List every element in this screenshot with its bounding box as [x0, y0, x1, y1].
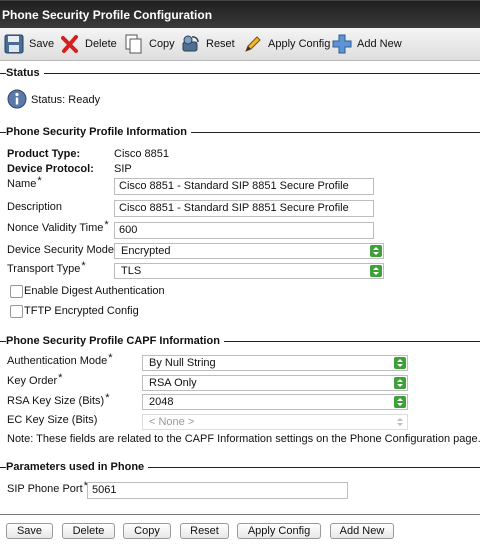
- device-security-mode-select[interactable]: Encrypted: [114, 243, 384, 259]
- select-arrow-icon: [394, 357, 406, 369]
- key-order-label: Key Order*: [7, 372, 63, 387]
- device-protocol-value: SIP: [114, 163, 132, 175]
- transport-type-label: Transport Type*: [7, 260, 86, 275]
- red-x-icon: [60, 34, 80, 54]
- nonce-validity-time-label: Nonce Validity Time*: [7, 219, 109, 234]
- save-button[interactable]: Save: [6, 523, 53, 539]
- enable-digest-authentication-label: Enable Digest Authentication: [24, 285, 165, 297]
- toolbar-save-button[interactable]: Save: [4, 34, 54, 54]
- rsa-key-size-select[interactable]: 2048: [142, 394, 408, 410]
- select-arrow-icon: [370, 265, 382, 277]
- title-bar: Phone Security Profile Configuration: [0, 0, 480, 28]
- rsa-key-size-label: RSA Key Size (Bits)*: [7, 392, 110, 407]
- name-label: Name*: [7, 175, 42, 190]
- bottom-divider: [0, 514, 480, 515]
- ec-key-size-label: EC Key Size (Bits): [7, 414, 98, 426]
- device-protocol-label: Device Protocol:: [7, 163, 94, 175]
- select-arrow-icon: [370, 245, 382, 257]
- tftp-encrypted-config-label: TFTP Encrypted Config: [24, 305, 139, 317]
- phone-params-section-title: Parameters used in Phone: [6, 461, 149, 473]
- description-field[interactable]: Cisco 8851 - Standard SIP 8851 Secure Pr…: [114, 200, 374, 217]
- capf-info-section-title: Phone Security Profile CAPF Information: [6, 335, 224, 347]
- select-arrow-icon: [394, 377, 406, 389]
- enable-digest-authentication-checkbox[interactable]: [10, 285, 23, 298]
- pencil-icon: [243, 34, 263, 54]
- toolbar-add-new-button[interactable]: Add New: [332, 34, 402, 54]
- select-arrow-icon: [394, 396, 406, 408]
- toolbar-reset-button[interactable]: Reset: [181, 35, 235, 53]
- product-type-value: Cisco 8851: [114, 148, 170, 160]
- key-order-select[interactable]: RSA Only: [142, 375, 408, 391]
- transport-type-select[interactable]: TLS: [114, 263, 384, 279]
- copy-pages-icon: [124, 34, 144, 54]
- page-title: Phone Security Profile Configuration: [2, 8, 213, 22]
- status-section-divider: [0, 73, 480, 74]
- add-new-button[interactable]: Add New: [330, 523, 394, 539]
- nonce-validity-time-field[interactable]: 600: [114, 222, 374, 239]
- toolbar: Save Delete Copy Reset Apply Config Add …: [0, 28, 480, 61]
- select-arrow-icon: [394, 416, 406, 428]
- ec-key-size-select[interactable]: < None >: [142, 414, 408, 430]
- reset-icon: [181, 34, 201, 54]
- status-text: Status: Ready: [31, 94, 101, 106]
- info-icon: [7, 89, 27, 109]
- toolbar-copy-button[interactable]: Copy: [124, 34, 175, 54]
- device-security-mode-label: Device Security Mode: [7, 244, 114, 256]
- capf-note: Note: These fields are related to the CA…: [7, 433, 480, 445]
- sip-phone-port-field[interactable]: 5061: [87, 482, 348, 499]
- delete-button[interactable]: Delete: [62, 523, 115, 539]
- profile-info-section-title: Phone Security Profile Information: [6, 126, 191, 138]
- reset-button[interactable]: Reset: [180, 523, 229, 539]
- status-section-title: Status: [6, 67, 44, 79]
- copy-button[interactable]: Copy: [123, 523, 171, 539]
- authentication-mode-label: Authentication Mode*: [7, 352, 113, 367]
- sip-phone-port-label: SIP Phone Port*: [7, 480, 88, 495]
- name-field[interactable]: Cisco 8851 - Standard SIP 8851 Secure Pr…: [114, 178, 374, 195]
- toolbar-apply-config-button[interactable]: Apply Config: [243, 35, 330, 53]
- apply-config-button[interactable]: Apply Config: [237, 523, 321, 539]
- floppy-disk-icon: [4, 34, 24, 54]
- plus-icon: [332, 34, 352, 54]
- authentication-mode-select[interactable]: By Null String: [142, 355, 408, 371]
- product-type-label: Product Type:: [7, 148, 81, 160]
- tftp-encrypted-config-checkbox[interactable]: [10, 305, 23, 318]
- toolbar-delete-button[interactable]: Delete: [60, 35, 117, 53]
- description-label: Description: [7, 201, 63, 213]
